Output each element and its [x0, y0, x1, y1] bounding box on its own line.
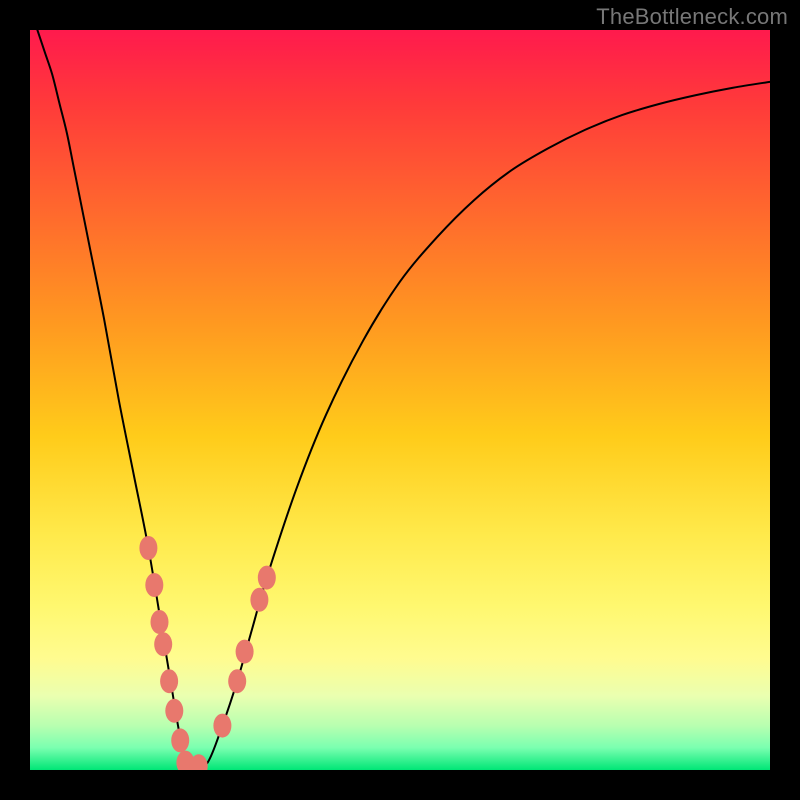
markers-group: [139, 536, 275, 770]
data-marker: [165, 699, 183, 723]
data-marker: [151, 610, 169, 634]
data-marker: [171, 728, 189, 752]
chart-svg: [30, 30, 770, 770]
data-marker: [228, 669, 246, 693]
plot-area: [30, 30, 770, 770]
bottleneck-curve: [37, 30, 770, 770]
watermark-text: TheBottleneck.com: [596, 4, 788, 30]
data-marker: [139, 536, 157, 560]
data-marker: [258, 566, 276, 590]
data-marker: [213, 714, 231, 738]
data-marker: [154, 632, 172, 656]
data-marker: [160, 669, 178, 693]
data-marker: [145, 573, 163, 597]
chart-frame: TheBottleneck.com: [0, 0, 800, 800]
data-marker: [236, 640, 254, 664]
data-marker: [250, 588, 268, 612]
